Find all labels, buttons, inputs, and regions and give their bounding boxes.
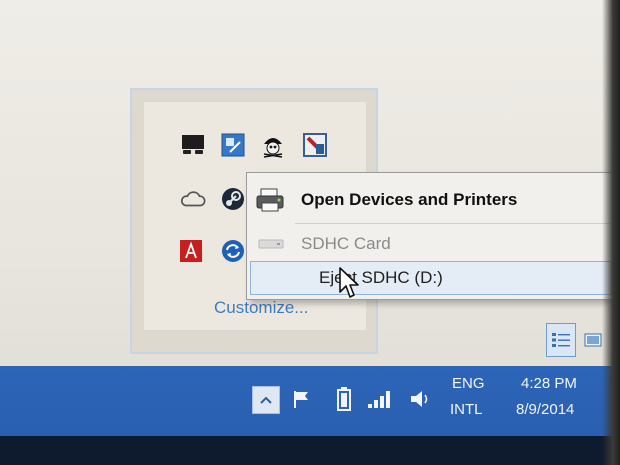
menu-item-label: Open Devices and Printers	[301, 190, 518, 209]
mouse-cursor-icon	[338, 266, 360, 305]
display-icon[interactable]	[180, 132, 206, 158]
app-icon[interactable]	[220, 132, 246, 158]
taskbar: ENG INTL 4:28 PM 8/9/2014	[0, 366, 620, 436]
volume-icon[interactable]	[408, 387, 432, 411]
menu-item-sdhc-card: SDHC Card	[247, 225, 615, 263]
cloud-icon[interactable]	[180, 186, 206, 212]
screen-bottom-edge	[0, 436, 620, 465]
battery-icon[interactable]	[336, 386, 352, 412]
pirate-icon[interactable]	[260, 132, 286, 158]
adobe-icon[interactable]	[178, 238, 204, 264]
details-view-icon	[552, 333, 570, 347]
input-language-line2[interactable]: INTL	[450, 402, 483, 418]
screen-bezel	[602, 0, 620, 465]
network-signal-icon[interactable]	[366, 388, 392, 410]
clock-time[interactable]: 4:28 PM	[521, 376, 577, 392]
show-hidden-icons-button[interactable]	[252, 386, 280, 414]
sd-card-icon	[257, 235, 285, 253]
customize-link[interactable]: Customize...	[214, 298, 308, 318]
flag-icon[interactable]	[291, 388, 313, 410]
taskbar-view-buttons	[546, 323, 608, 359]
steam-icon[interactable]	[220, 186, 246, 212]
menu-item-eject-sdhc[interactable]: Eject SDHC (D:)	[250, 261, 612, 295]
details-view-button[interactable]	[546, 323, 576, 357]
input-language-line1[interactable]: ENG	[452, 376, 485, 392]
menu-separator	[295, 223, 611, 224]
menu-item-label: SDHC Card	[301, 234, 391, 253]
large-icons-view-icon	[584, 333, 602, 347]
menu-item-open-devices-printers[interactable]: Open Devices and Printers	[247, 181, 615, 219]
shield-icon[interactable]	[302, 132, 328, 158]
chevron-up-icon	[260, 396, 272, 404]
clock-date[interactable]: 8/9/2014	[516, 402, 574, 418]
context-menu: Open Devices and Printers SDHC Card Ejec…	[246, 172, 616, 300]
sync-icon[interactable]	[220, 238, 246, 264]
printer-icon	[255, 186, 287, 214]
